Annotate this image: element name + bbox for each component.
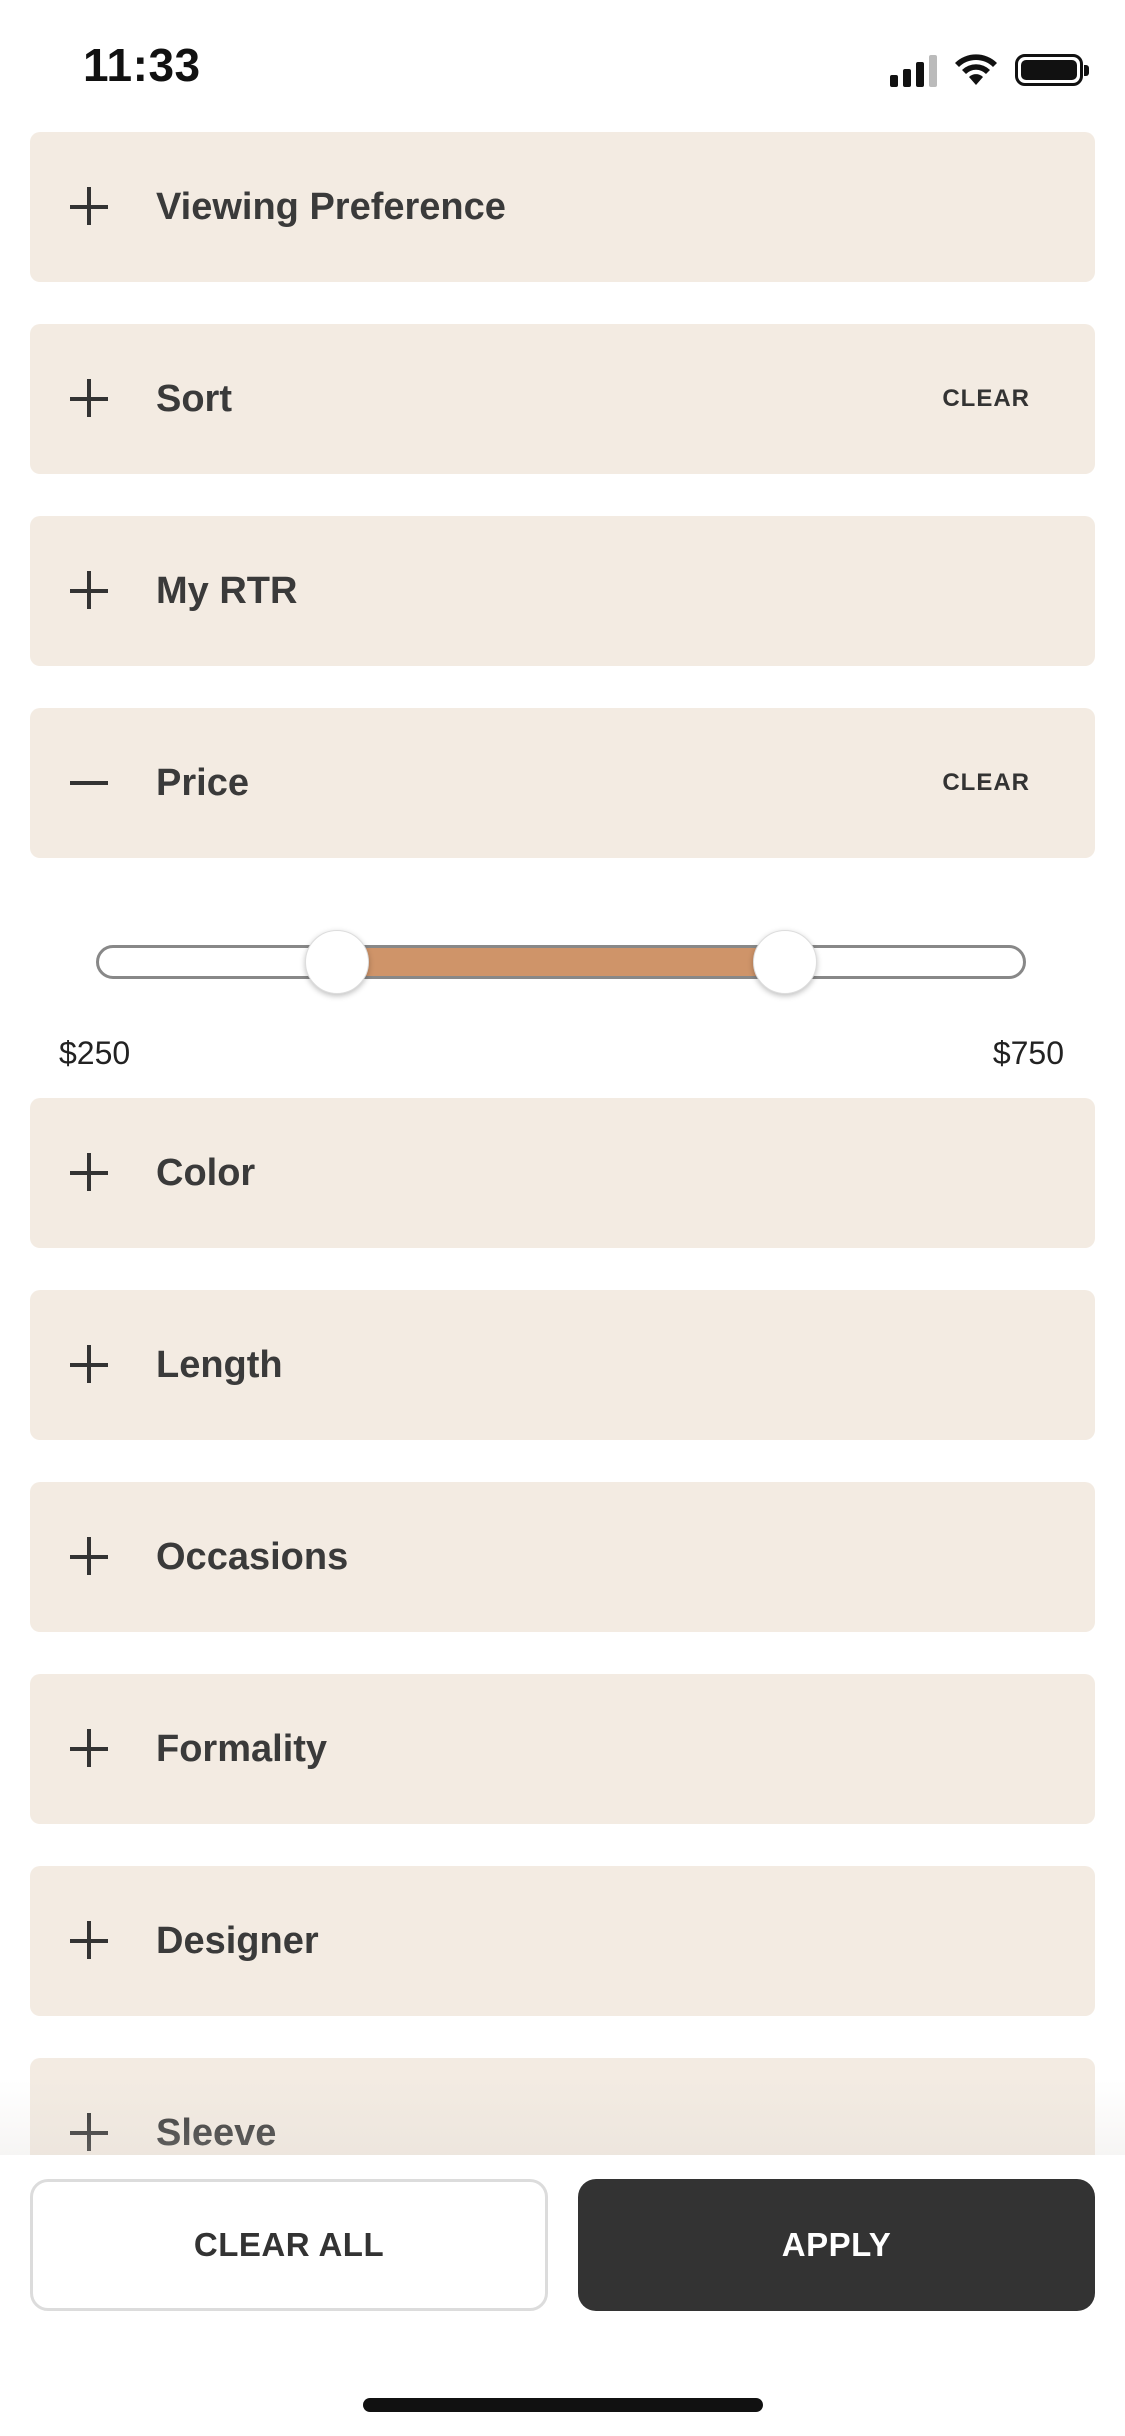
plus-icon: [70, 1537, 110, 1577]
price-max-label: $750: [992, 1035, 1064, 1071]
section-title: Price: [156, 762, 249, 804]
section-price[interactable]: Price CLEAR: [30, 708, 1095, 858]
plus-icon: [70, 1729, 110, 1769]
clear-all-button[interactable]: CLEAR ALL: [30, 2179, 548, 2311]
section-title: Formality: [156, 1728, 328, 1770]
plus-icon: [70, 1921, 110, 1961]
cellular-signal-icon: [890, 53, 937, 87]
bottom-action-bar: CLEAR ALL APPLY: [0, 2155, 1125, 2436]
plus-icon: [70, 379, 110, 419]
section-length[interactable]: Length: [30, 1290, 1095, 1440]
price-slider-max-thumb[interactable]: [753, 930, 817, 994]
apply-button[interactable]: APPLY: [578, 2179, 1095, 2311]
price-min-label: $250: [59, 1035, 131, 1071]
status-time: 11:33: [83, 39, 201, 91]
price-slider: $250 $750: [0, 858, 1125, 1088]
section-title: Viewing Preference: [156, 186, 506, 228]
battery-icon: [1015, 54, 1089, 86]
section-formality[interactable]: Formality: [30, 1674, 1095, 1824]
section-designer[interactable]: Designer: [30, 1866, 1095, 2016]
section-sort[interactable]: Sort CLEAR: [30, 324, 1095, 474]
plus-icon: [70, 2113, 110, 2153]
section-title: Sort: [156, 378, 232, 420]
sort-clear-button[interactable]: CLEAR: [942, 384, 1030, 414]
home-indicator: [363, 2398, 763, 2412]
section-title: Color: [156, 1152, 256, 1194]
price-slider-min-thumb[interactable]: [305, 930, 369, 994]
section-viewing-preference[interactable]: Viewing Preference: [30, 132, 1095, 282]
section-title: Designer: [156, 1920, 319, 1962]
plus-icon: [70, 187, 110, 227]
price-clear-button[interactable]: CLEAR: [942, 768, 1030, 798]
section-my-rtr[interactable]: My RTR: [30, 516, 1095, 666]
plus-icon: [70, 1153, 110, 1193]
section-title: My RTR: [156, 570, 298, 612]
section-color[interactable]: Color: [30, 1098, 1095, 1248]
plus-icon: [70, 571, 110, 611]
section-title: Length: [156, 1344, 283, 1386]
status-bar: 11:33: [0, 0, 1125, 130]
section-title: Occasions: [156, 1536, 349, 1578]
minus-icon: [70, 763, 110, 803]
section-occasions[interactable]: Occasions: [30, 1482, 1095, 1632]
section-title: Sleeve: [156, 2112, 277, 2154]
price-slider-range: [337, 948, 785, 976]
plus-icon: [70, 1345, 110, 1385]
status-icons: [890, 50, 1089, 90]
wifi-icon: [955, 54, 997, 85]
